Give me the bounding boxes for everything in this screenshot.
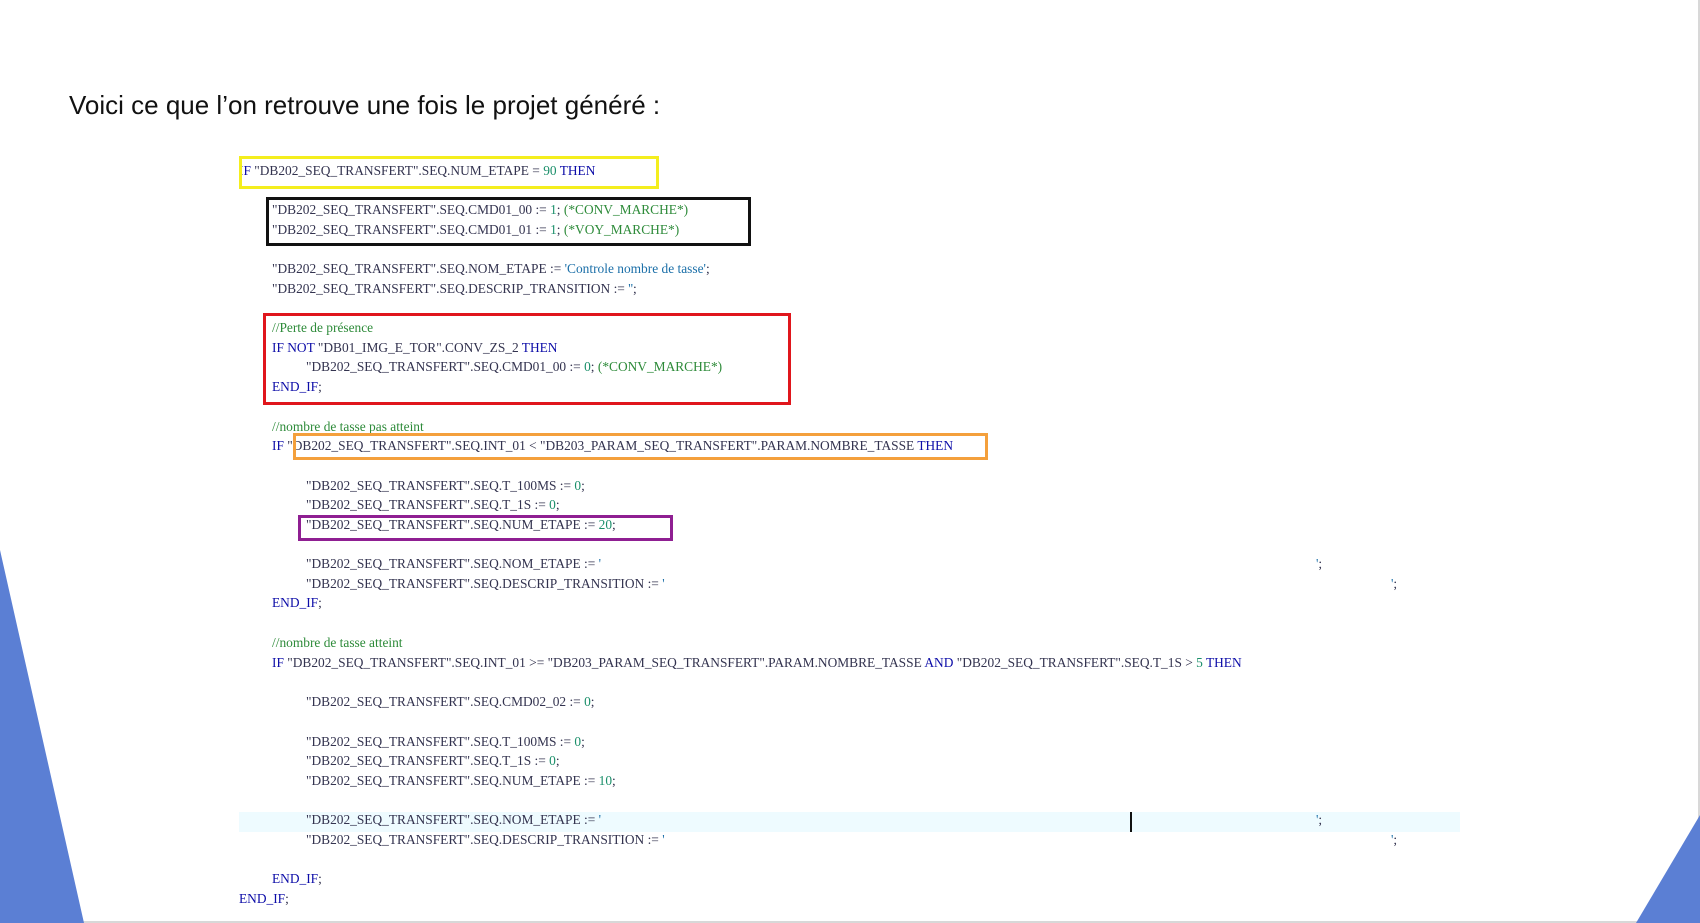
code-token: ; [1318, 812, 1323, 827]
purple-highlight-box [298, 515, 673, 541]
code-token: ; [318, 871, 322, 886]
code-line-12: "DB202_SEQ_TRANSFERT".SEQ.T_100MS := 0; [306, 477, 585, 495]
code-token: ; [1393, 576, 1398, 591]
code-token: "DB202_SEQ_TRANSFERT".SEQ.T_1S := [306, 753, 550, 768]
code-token: ; [581, 734, 585, 749]
code-line-24: "DB202_SEQ_TRANSFERT".SEQ.NOM_ETAPE := ' [306, 811, 601, 829]
code-token: IF [272, 655, 284, 670]
code-token: IF [272, 438, 284, 453]
code-token: "DB202_SEQ_TRANSFERT".SEQ.DESCRIP_TRANSI… [306, 832, 663, 847]
code-token: "DB202_SEQ_TRANSFERT".SEQ.DESCRIP_TRANSI… [306, 576, 663, 591]
code-token: ' [598, 812, 602, 827]
code-line-18: //nombre de tasse atteint [272, 634, 403, 652]
yellow-highlight-box [239, 156, 659, 189]
code-token: ; [612, 773, 616, 788]
code-line-20: "DB202_SEQ_TRANSFERT".SEQ.CMD02_02 := 0; [306, 693, 595, 711]
code-token: ; [590, 694, 595, 709]
code-token: "DB202_SEQ_TRANSFERT".SEQ.NOM_ETAPE := [272, 261, 565, 276]
code-line-15: "DB202_SEQ_TRANSFERT".SEQ.NOM_ETAPE := ' [306, 555, 601, 573]
code-token: END_IF [272, 871, 319, 886]
code-line-27: END_IF; [239, 890, 289, 908]
code-token: THEN [1205, 655, 1242, 670]
black-highlight-box [266, 197, 751, 246]
code-token: ; [318, 595, 322, 610]
code-line-21: "DB202_SEQ_TRANSFERT".SEQ.T_100MS := 0; [306, 733, 585, 751]
code-line-26: END_IF; [272, 870, 322, 888]
code-token: //nombre de tasse pas atteint [272, 419, 424, 434]
code-line-23: "DB202_SEQ_TRANSFERT".SEQ.NUM_ETAPE := 1… [306, 772, 616, 790]
red-highlight-box [263, 313, 791, 405]
code-token: ; [1318, 556, 1323, 571]
code-token: ; [555, 497, 560, 512]
code-token: "DB202_SEQ_TRANSFERT".SEQ.CMD02_02 := [306, 694, 585, 709]
code-token: 5 [1196, 655, 1203, 670]
code-line-25-end: '; [1391, 831, 1397, 849]
code-token: "DB202_SEQ_TRANSFERT".SEQ.NOM_ETAPE := [306, 812, 599, 827]
code-token: "DB202_SEQ_TRANSFERT".SEQ.DESCRIP_TRANSI… [272, 281, 629, 296]
code-token: "DB202_SEQ_TRANSFERT".SEQ.T_1S > [953, 655, 1197, 670]
code-token: ; [555, 753, 560, 768]
code-line-15-end: '; [1316, 555, 1322, 573]
code-token: 0 [549, 753, 556, 768]
code-token: "DB202_SEQ_TRANSFERT".SEQ.T_1S := [306, 497, 550, 512]
code-token: 0 [549, 497, 556, 512]
code-token: ; [1393, 832, 1398, 847]
code-line-17: END_IF; [272, 594, 322, 612]
code-token: "DB202_SEQ_TRANSFERT".SEQ.T_100MS := [306, 478, 575, 493]
code-token: ' [598, 556, 602, 571]
code-token: //nombre de tasse atteint [272, 635, 403, 650]
code-line-4: "DB202_SEQ_TRANSFERT".SEQ.NOM_ETAPE := '… [272, 260, 710, 278]
code-line-19: IF "DB202_SEQ_TRANSFERT".SEQ.INT_01 >= "… [272, 654, 1242, 672]
code-token: ; [705, 261, 710, 276]
code-token: AND [924, 655, 954, 670]
code-token: END_IF [272, 595, 319, 610]
code-token: END_IF [239, 891, 286, 906]
code-line-16-end: '; [1391, 575, 1397, 593]
code-token: ; [581, 478, 585, 493]
code-token: "DB202_SEQ_TRANSFERT".SEQ.NUM_ETAPE := [306, 773, 599, 788]
code-line-25: "DB202_SEQ_TRANSFERT".SEQ.DESCRIP_TRANSI… [306, 831, 665, 849]
orange-highlight-box [293, 433, 988, 460]
code-token: "DB202_SEQ_TRANSFERT".SEQ.NOM_ETAPE := [306, 556, 599, 571]
code-token: 'Controle nombre de tasse' [564, 261, 706, 276]
code-line-13: "DB202_SEQ_TRANSFERT".SEQ.T_1S := 0; [306, 496, 560, 514]
code-line-24-end: '; [1316, 811, 1322, 829]
code-listing: IF "DB202_SEQ_TRANSFERT".SEQ.NUM_ETAPE =… [0, 0, 1700, 923]
code-line-5: "DB202_SEQ_TRANSFERT".SEQ.DESCRIP_TRANSI… [272, 280, 637, 298]
code-token: ; [633, 281, 637, 296]
code-token: ' [662, 576, 665, 591]
code-token: ; [285, 891, 289, 906]
code-line-22: "DB202_SEQ_TRANSFERT".SEQ.T_1S := 0; [306, 752, 560, 770]
code-token: 0 [584, 694, 591, 709]
code-token: "DB202_SEQ_TRANSFERT".SEQ.INT_01 >= "DB2… [283, 655, 925, 670]
text-caret [1130, 812, 1132, 832]
code-token: ' [662, 832, 665, 847]
code-token: 10 [598, 773, 613, 788]
code-line-16: "DB202_SEQ_TRANSFERT".SEQ.DESCRIP_TRANSI… [306, 575, 665, 593]
code-token: "DB202_SEQ_TRANSFERT".SEQ.T_100MS := [306, 734, 575, 749]
